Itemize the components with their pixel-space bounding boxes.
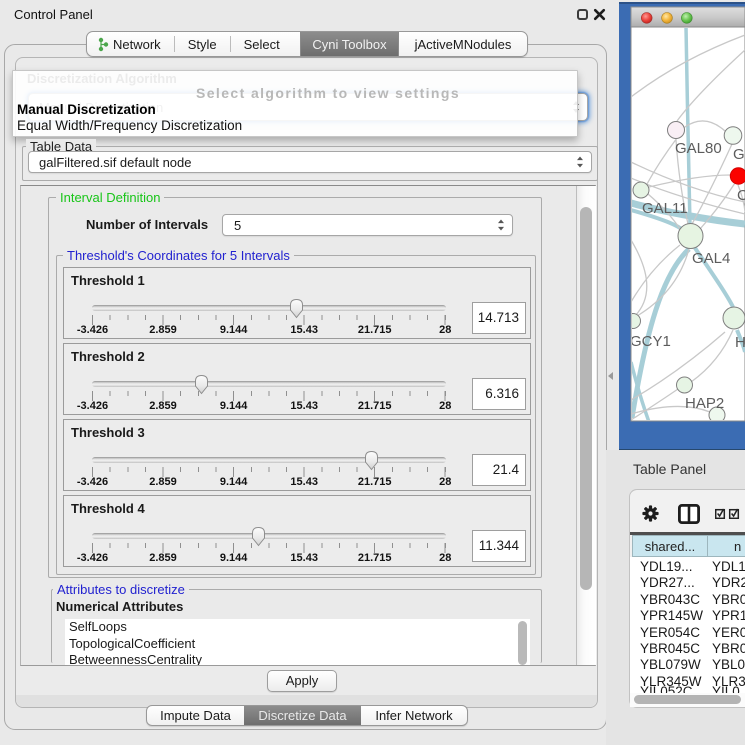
svg-text:HAP2: HAP2 xyxy=(685,395,724,412)
svg-text:GAL4: GAL4 xyxy=(692,250,730,267)
svg-text:GA: GA xyxy=(733,146,745,163)
svg-text:GAL80: GAL80 xyxy=(675,140,722,157)
svg-text:GAL11: GAL11 xyxy=(642,200,688,217)
svg-text:H: H xyxy=(735,334,745,351)
svg-text:GCY1: GCY1 xyxy=(630,333,671,350)
svg-text:C: C xyxy=(737,187,745,204)
